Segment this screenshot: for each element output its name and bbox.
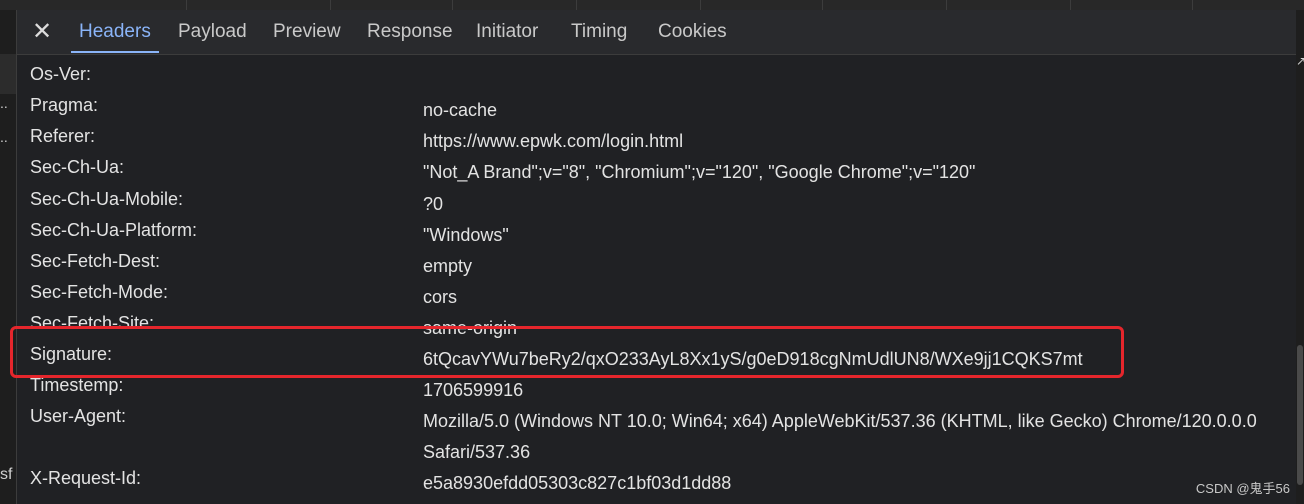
tab-label: Payload xyxy=(178,21,247,42)
tab-label: Cookies xyxy=(658,21,727,42)
tab-response[interactable]: Response xyxy=(367,10,453,53)
strip-divider xyxy=(1192,0,1193,10)
top-strip xyxy=(0,0,1304,10)
truncated-text: .. xyxy=(0,129,8,145)
header-row[interactable]: Sec-Fetch-Dest: empty xyxy=(17,251,1296,282)
request-list-gutter[interactable]: .. .. sf xyxy=(0,10,17,504)
tab-timing[interactable]: Timing xyxy=(571,10,627,53)
header-value: https://www.epwk.com/login.html xyxy=(423,131,684,151)
vertical-scrollbar[interactable]: ↗ xyxy=(1296,10,1304,504)
header-row-signature[interactable]: Signature: 6tQcavYWu7beRy2/qxO233AyL8Xx1… xyxy=(17,344,1296,375)
header-value: e5a8930efdd05303c827c1bf03d1dd88 xyxy=(423,473,732,493)
header-value: 6tQcavYWu7beRy2/qxO233AyL8Xx1yS/g0eD918c… xyxy=(423,349,1083,369)
header-value: "Not_A Brand";v="8", "Chromium";v="120",… xyxy=(423,162,976,182)
header-value: cors xyxy=(423,287,458,307)
header-row[interactable]: X-Request-Id: e5a8930efdd05303c827c1bf03… xyxy=(17,468,1296,499)
header-value: no-cache xyxy=(423,100,498,120)
header-value: empty xyxy=(423,256,473,276)
header-row[interactable]: Sec-Ch-Ua-Mobile: ?0 xyxy=(17,189,1296,220)
header-value: "Windows" xyxy=(423,225,509,245)
strip-divider xyxy=(822,0,823,10)
tab-initiator[interactable]: Initiator xyxy=(476,10,538,53)
strip-divider xyxy=(700,0,701,10)
header-row[interactable]: Sec-Fetch-Mode: cors xyxy=(17,282,1296,313)
tab-headers[interactable]: Headers xyxy=(71,10,159,53)
header-name: Timestemp: xyxy=(30,375,124,395)
header-name: Sec-Ch-Ua-Platform: xyxy=(30,220,198,240)
header-value: 1706599916 xyxy=(423,380,524,400)
tab-cookies[interactable]: Cookies xyxy=(658,10,727,53)
header-name: Os-Ver: xyxy=(30,64,92,84)
details-tab-bar: ✕ Headers Payload Preview Response Initi… xyxy=(17,10,1304,55)
tab-preview[interactable]: Preview xyxy=(273,10,341,53)
close-icon[interactable]: ✕ xyxy=(29,19,55,45)
scrollbar-thumb[interactable] xyxy=(1297,345,1303,485)
header-row[interactable]: Sec-Ch-Ua: "Not_A Brand";v="8", "Chromiu… xyxy=(17,157,1296,188)
request-headers-list: Os-Ver: Pragma: no-cache Referer: https:… xyxy=(17,55,1296,504)
header-name: Referer: xyxy=(30,126,96,146)
tab-label: Preview xyxy=(273,21,341,42)
strip-divider xyxy=(946,0,947,10)
header-name: X-Request-Id: xyxy=(30,468,142,488)
selected-request-row[interactable] xyxy=(0,54,16,94)
header-value: ?0 xyxy=(423,194,444,214)
strip-divider xyxy=(186,0,187,10)
header-value: Mozilla/5.0 (Windows NT 10.0; Win64; x64… xyxy=(423,411,1257,462)
header-value: same-origin xyxy=(423,318,518,338)
strip-divider xyxy=(452,0,453,10)
header-name: Signature: xyxy=(30,344,113,364)
header-row[interactable]: User-Agent: Mozilla/5.0 (Windows NT 10.0… xyxy=(17,406,1296,468)
header-row[interactable]: Sec-Fetch-Site: same-origin xyxy=(17,313,1296,344)
header-name: Sec-Ch-Ua: xyxy=(30,157,125,177)
tab-label: Timing xyxy=(571,21,628,42)
header-name: Sec-Fetch-Site: xyxy=(30,313,155,333)
tab-label: Headers xyxy=(79,21,151,42)
active-tab-indicator xyxy=(71,51,159,53)
header-row[interactable]: Pragma: no-cache xyxy=(17,95,1296,126)
strip-divider xyxy=(576,0,577,10)
header-row[interactable]: Sec-Ch-Ua-Platform: "Windows" xyxy=(17,220,1296,251)
watermark: CSDN @鬼手56 xyxy=(1195,481,1290,496)
tab-label: Initiator xyxy=(476,21,539,42)
header-name: Sec-Fetch-Dest: xyxy=(30,251,161,271)
truncated-text: sf xyxy=(0,466,13,483)
tab-payload[interactable]: Payload xyxy=(178,10,247,53)
strip-divider xyxy=(1070,0,1071,10)
header-name: Sec-Ch-Ua-Mobile: xyxy=(30,189,184,209)
strip-divider xyxy=(330,0,331,10)
header-row[interactable]: Timestemp: 1706599916 xyxy=(17,375,1296,406)
header-name: User-Agent: xyxy=(30,406,127,426)
tab-label: Response xyxy=(367,21,453,42)
header-name: Pragma: xyxy=(30,95,99,115)
header-row[interactable]: Referer: https://www.epwk.com/login.html xyxy=(17,126,1296,157)
header-name: Sec-Fetch-Mode: xyxy=(30,282,169,302)
truncated-text: .. xyxy=(0,95,8,111)
header-row[interactable]: Os-Ver: xyxy=(17,64,1296,95)
scroll-arrow-icon: ↗ xyxy=(1296,54,1304,68)
